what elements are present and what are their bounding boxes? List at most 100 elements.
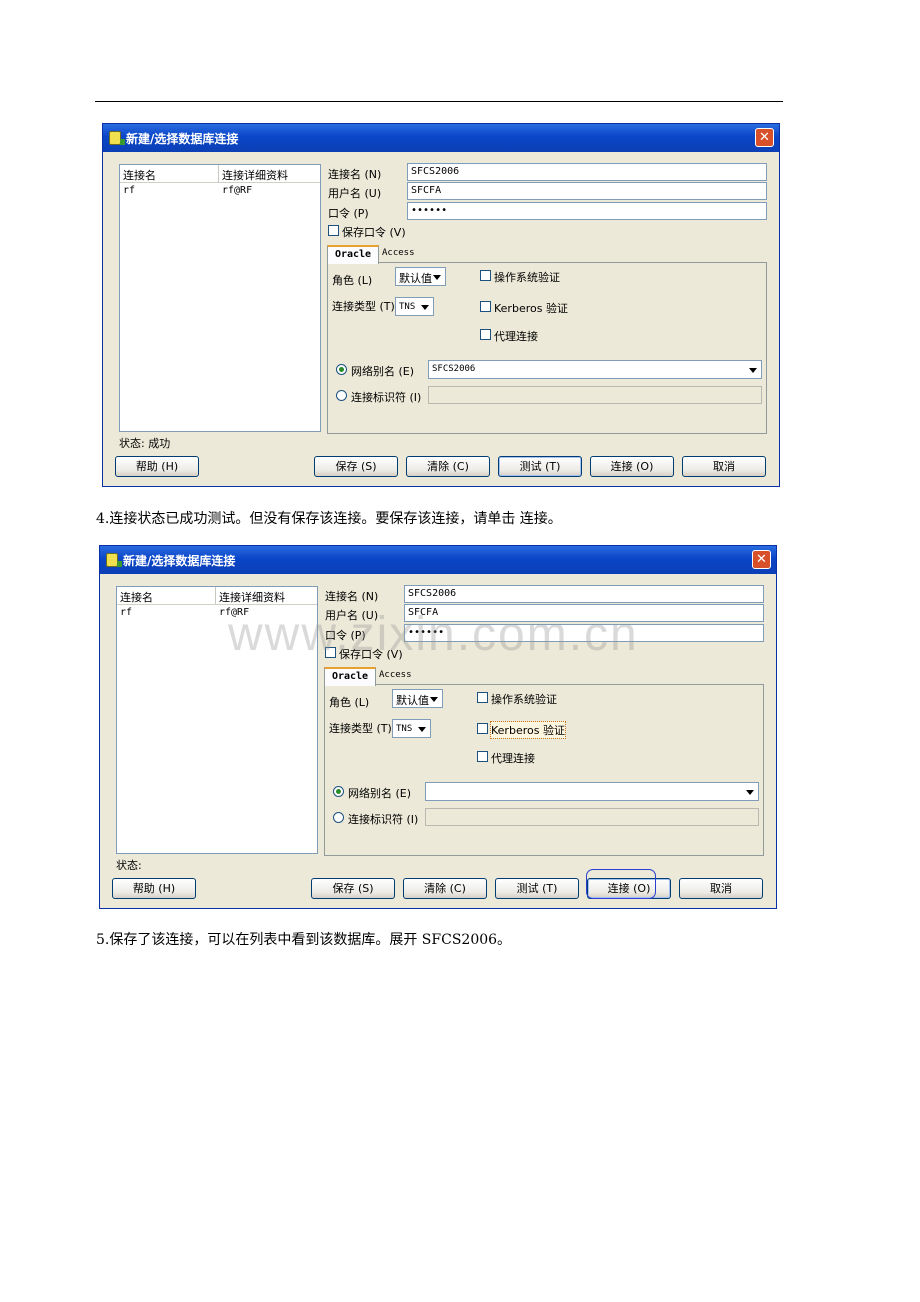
conn-type-value: TNS xyxy=(399,302,416,312)
col-connection-details[interactable]: 连接详细资料 xyxy=(219,589,285,605)
conn-id-radio[interactable] xyxy=(336,390,347,401)
connection-dialog-2: 新建/选择数据库连接 ✕ 连接名 连接详细资料 rf rf@RF 状态: 连接名… xyxy=(99,545,777,909)
help-button[interactable]: 帮助 (H) xyxy=(115,456,199,477)
kerberos-label: Kerberos 验证 xyxy=(490,721,566,739)
connect-button[interactable]: 连接 (O) xyxy=(590,456,674,477)
user-input[interactable]: SFCFA xyxy=(404,604,764,622)
role-value: 默认值 xyxy=(399,272,432,285)
proxy-label: 代理连接 xyxy=(491,752,535,765)
list-header: 连接名 连接详细资料 xyxy=(120,165,320,183)
close-icon[interactable]: ✕ xyxy=(752,550,771,569)
header-rule xyxy=(95,101,783,102)
test-button[interactable]: 测试 (T) xyxy=(495,878,579,899)
conn-name-input[interactable]: SFCS2006 xyxy=(407,163,767,181)
chevron-down-icon xyxy=(430,697,438,702)
col-connection-details[interactable]: 连接详细资料 xyxy=(222,167,288,183)
connect-button-highlight xyxy=(586,869,656,899)
save-password-label: 保存口令 (V) xyxy=(339,648,403,661)
proxy-label: 代理连接 xyxy=(494,330,538,343)
proxy-checkbox[interactable] xyxy=(477,751,488,762)
list-item-name: rf xyxy=(123,185,136,196)
net-alias-label: 网络别名 (E) xyxy=(351,365,415,378)
net-alias-value: SFCS2006 xyxy=(432,364,476,374)
role-select[interactable]: 默认值 xyxy=(392,689,443,708)
conn-id-input xyxy=(428,386,762,404)
dialog-titlebar[interactable]: 新建/选择数据库连接 ✕ xyxy=(103,124,779,152)
status-text: 状态: xyxy=(116,859,142,872)
list-item-detail: rf@RF xyxy=(222,185,253,196)
conn-type-label: 连接类型 (T) xyxy=(332,300,395,313)
dialog-title: 新建/选择数据库连接 xyxy=(123,554,236,568)
conn-type-value: TNS xyxy=(396,724,413,734)
conn-type-label: 连接类型 (T) xyxy=(329,722,392,735)
clear-button[interactable]: 清除 (C) xyxy=(406,456,490,477)
step-5-paragraph: 5.保存了该连接，可以在列表中看到该数据库。展开 SFCS2006。 xyxy=(96,932,512,948)
conn-id-label: 连接标识符 (I) xyxy=(351,391,422,404)
list-item-detail: rf@RF xyxy=(219,607,250,618)
save-password-label: 保存口令 (V) xyxy=(342,226,406,239)
database-icon xyxy=(106,553,122,567)
help-button[interactable]: 帮助 (H) xyxy=(112,878,196,899)
test-button[interactable]: 测试 (T) xyxy=(498,456,582,477)
chevron-down-icon xyxy=(421,305,429,310)
conn-name-label: 连接名 (N) xyxy=(328,168,382,181)
connection-dialog-1: 新建/选择数据库连接 ✕ 连接名 连接详细资料 rf rf@RF 状态: 成功 … xyxy=(102,123,780,487)
col-connection-name[interactable]: 连接名 xyxy=(120,589,153,605)
role-label: 角色 (L) xyxy=(332,274,373,287)
conn-id-input xyxy=(425,808,759,826)
chevron-down-icon xyxy=(749,368,757,373)
password-input[interactable]: •••••• xyxy=(404,624,764,642)
step-4-paragraph: 4.连接状态已成功测试。但没有保存该连接。要保存该连接，请单击 连接。 xyxy=(96,511,562,527)
kerberos-checkbox[interactable] xyxy=(480,301,491,312)
net-alias-select[interactable] xyxy=(425,782,759,801)
save-password-checkbox[interactable] xyxy=(328,225,339,236)
os-auth-label: 操作系统验证 xyxy=(494,271,560,284)
save-button[interactable]: 保存 (S) xyxy=(314,456,398,477)
kerberos-label: Kerberos 验证 xyxy=(494,302,568,315)
list-header: 连接名 连接详细资料 xyxy=(117,587,317,605)
tab-access[interactable]: Access xyxy=(379,670,412,680)
password-label: 口令 (P) xyxy=(328,207,369,220)
conn-name-label: 连接名 (N) xyxy=(325,590,379,603)
role-value: 默认值 xyxy=(396,694,429,707)
role-select[interactable]: 默认值 xyxy=(395,267,446,286)
net-alias-radio[interactable] xyxy=(336,364,347,375)
os-auth-checkbox[interactable] xyxy=(480,270,491,281)
save-button[interactable]: 保存 (S) xyxy=(311,878,395,899)
col-connection-name[interactable]: 连接名 xyxy=(123,167,156,183)
conn-name-input[interactable]: SFCS2006 xyxy=(404,585,764,603)
cancel-button[interactable]: 取消 xyxy=(679,878,763,899)
status-text: 状态: 成功 xyxy=(119,437,171,450)
conn-type-select[interactable]: TNS xyxy=(392,719,431,738)
connection-list[interactable]: 连接名 连接详细资料 rf rf@RF xyxy=(119,164,321,432)
conn-id-radio[interactable] xyxy=(333,812,344,823)
role-label: 角色 (L) xyxy=(329,696,370,709)
conn-id-label: 连接标识符 (I) xyxy=(348,813,419,826)
dialog-titlebar[interactable]: 新建/选择数据库连接 ✕ xyxy=(100,546,776,574)
net-alias-radio[interactable] xyxy=(333,786,344,797)
tab-access[interactable]: Access xyxy=(382,248,415,258)
user-label: 用户名 (U) xyxy=(328,187,382,200)
tab-panel xyxy=(324,684,764,856)
kerberos-checkbox[interactable] xyxy=(477,723,488,734)
cancel-button[interactable]: 取消 xyxy=(682,456,766,477)
chevron-down-icon xyxy=(418,727,426,732)
tab-oracle[interactable]: Oracle xyxy=(327,245,379,264)
proxy-checkbox[interactable] xyxy=(480,329,491,340)
user-label: 用户名 (U) xyxy=(325,609,379,622)
dialog-title: 新建/选择数据库连接 xyxy=(126,132,239,146)
password-input[interactable]: •••••• xyxy=(407,202,767,220)
save-password-checkbox[interactable] xyxy=(325,647,336,658)
chevron-down-icon xyxy=(433,275,441,280)
chevron-down-icon xyxy=(746,790,754,795)
os-auth-checkbox[interactable] xyxy=(477,692,488,703)
conn-type-select[interactable]: TNS xyxy=(395,297,434,316)
tab-oracle[interactable]: Oracle xyxy=(324,667,376,686)
password-label: 口令 (P) xyxy=(325,629,366,642)
close-icon[interactable]: ✕ xyxy=(755,128,774,147)
clear-button[interactable]: 清除 (C) xyxy=(403,878,487,899)
list-item-name: rf xyxy=(120,607,133,618)
net-alias-select[interactable]: SFCS2006 xyxy=(428,360,762,379)
connection-list[interactable]: 连接名 连接详细资料 rf rf@RF xyxy=(116,586,318,854)
user-input[interactable]: SFCFA xyxy=(407,182,767,200)
